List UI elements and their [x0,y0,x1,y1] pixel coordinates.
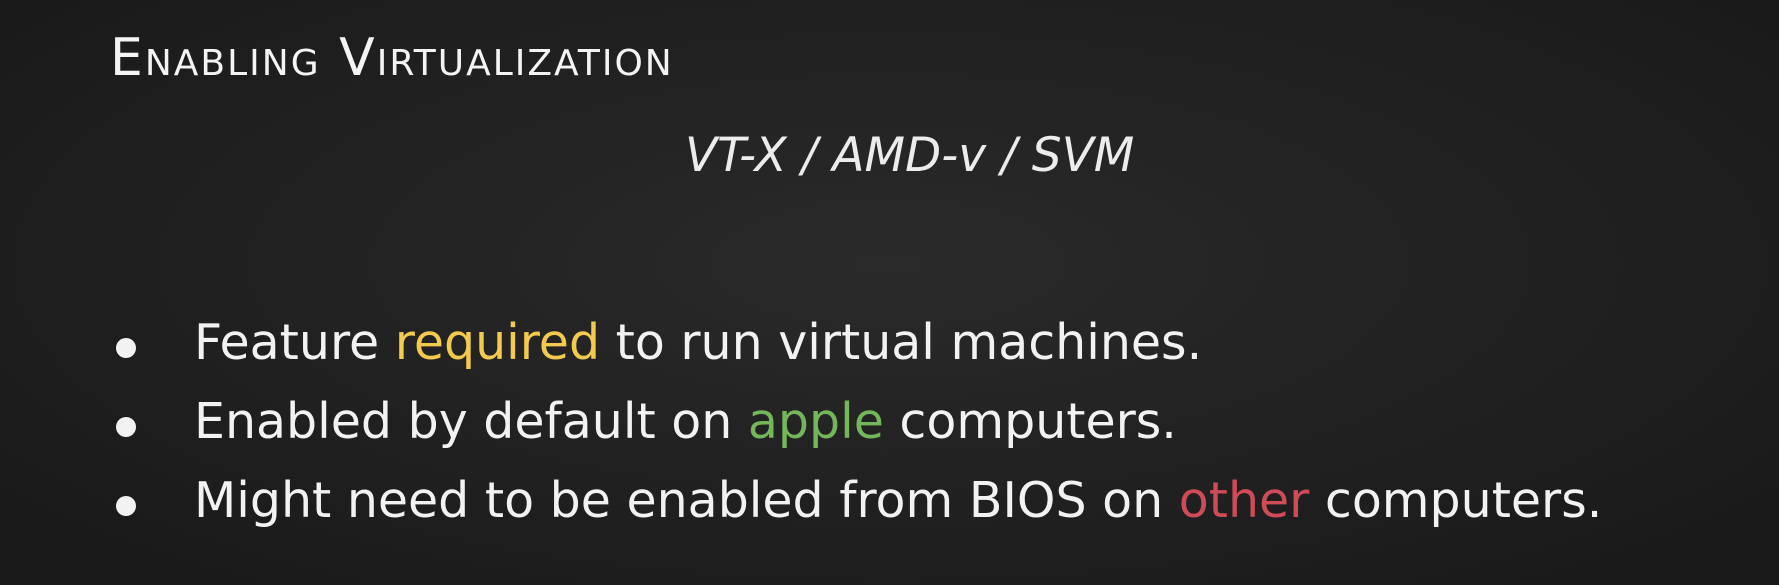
bullet-dot-icon [116,417,136,437]
slide: Enabling Virtualization VT-X / AMD-v / S… [0,0,1779,585]
slide-subtitle: VT-X / AMD-v / SVM [685,128,1135,183]
bullet-text-after: to run virtual machines. [600,314,1203,371]
bullet-dot-icon [116,338,136,358]
bullet-text-before: Feature [194,314,395,371]
bullet-text-after: computers. [883,393,1177,450]
bullet-text-after: computers. [1309,472,1603,529]
bullet-text: Enabled by default on apple computers. [194,397,1177,446]
bullet-text-before: Might need to be enabled from BIOS on [194,472,1179,529]
bullet-text-before: Enabled by default on [194,393,748,450]
highlight-other: other [1178,472,1310,529]
bullet-dot-icon [116,496,136,516]
bullet-text: Feature required to run virtual machines… [194,318,1202,367]
highlight-required: required [394,314,601,371]
highlight-apple: apple [747,393,884,450]
slide-title: Enabling Virtualization [110,28,674,88]
bullet-text: Might need to be enabled from BIOS on ot… [194,476,1602,525]
